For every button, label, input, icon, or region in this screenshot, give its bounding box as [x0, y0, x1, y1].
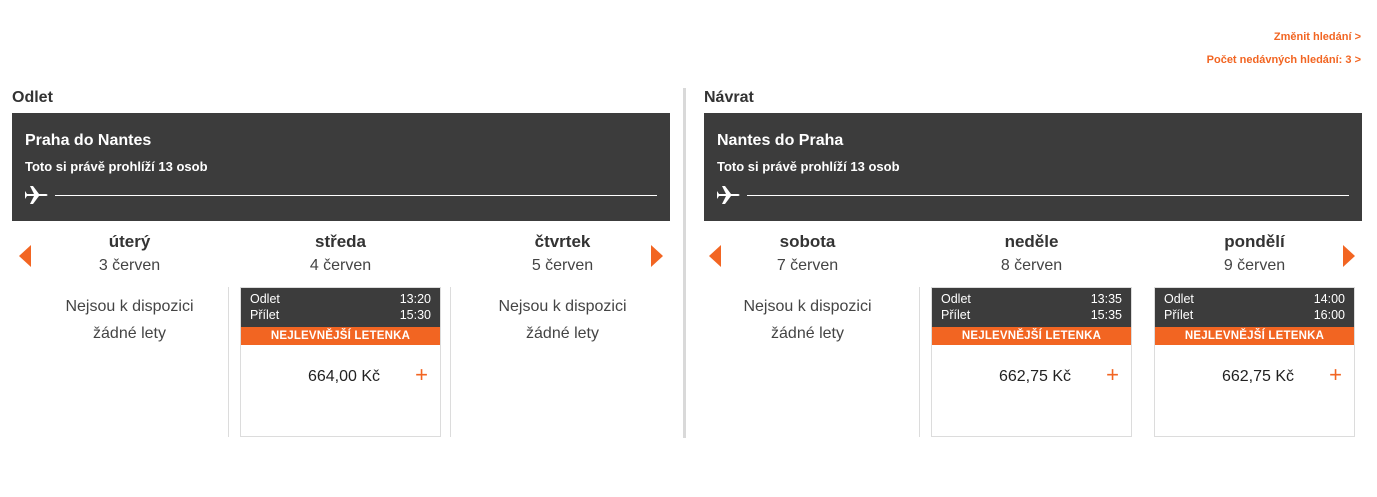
return-days: sobota 7 červen Nejsou k dispozici žádné… [704, 221, 1362, 441]
departure-time: 13:35 [1090, 292, 1122, 306]
return-panel: Návrat Nantes do Praha Toto si právě pro… [704, 87, 1362, 441]
cheapest-badge: NEJLEVNĚJŠÍ LETENKA [241, 327, 440, 345]
arrival-time: 15:30 [399, 308, 431, 322]
viewers-count: Toto si právě prohlíží 13 osob [717, 159, 900, 174]
chevron-right-icon[interactable] [1343, 245, 1355, 267]
outbound-days: úterý 3 červen Nejsou k dispozici žádné … [12, 221, 670, 441]
day-date: 5 červen [531, 257, 594, 274]
panel-divider [683, 88, 686, 438]
no-flights-line: žádné lety [771, 325, 844, 342]
day-name: neděle [1004, 232, 1059, 251]
departure-time: 13:20 [399, 292, 431, 306]
day-date: 7 červen [776, 257, 839, 274]
outbound-title: Odlet [12, 89, 53, 106]
plus-icon[interactable]: + [1329, 364, 1342, 386]
change-search-link[interactable]: Změnit hledání > [1207, 26, 1361, 49]
airplane-icon [717, 186, 740, 204]
plus-icon[interactable]: + [415, 364, 428, 386]
day-date: 8 červen [1000, 257, 1063, 274]
airplane-icon [25, 186, 48, 204]
cheapest-badge: NEJLEVNĚJŠÍ LETENKA [932, 327, 1131, 345]
flight-card[interactable]: Odlet 13:35 Přílet 15:35 NEJLEVNĚJŠÍ LETEN… [931, 287, 1132, 437]
flight-times: Odlet 13:20 Přílet 15:30 [241, 288, 440, 327]
outbound-panel: Odlet Praha do Nantes Toto si právě proh… [12, 87, 670, 441]
flight-times: Odlet 14:00 Přílet 16:00 [1155, 288, 1354, 327]
column-separator [919, 287, 920, 437]
flight-times: Odlet 13:35 Přílet 15:35 [932, 288, 1131, 327]
arrival-label: Přílet [941, 308, 971, 322]
no-flights-line: Nejsou k dispozici [65, 298, 194, 315]
day-date: 9 červen [1223, 257, 1286, 274]
arrival-time: 15:35 [1090, 308, 1122, 322]
departure-label: Odlet [250, 292, 280, 306]
day-name: čtvrtek [534, 232, 591, 251]
route-name: Nantes do Praha [717, 132, 844, 149]
route-line [25, 185, 657, 205]
arrival-time: 16:00 [1313, 308, 1345, 322]
day-name: sobota [779, 232, 836, 251]
flight-price: 662,75 Kč [998, 368, 1071, 385]
day-date: 3 červen [98, 257, 161, 274]
return-route-header: Nantes do Praha Toto si právě prohlíží 1… [704, 113, 1362, 221]
flight-card[interactable]: Odlet 13:20 Přílet 15:30 NEJLEVNĚJŠÍ LETEN… [240, 287, 441, 437]
day-column: sobota 7 červen Nejsou k dispozici žádné… [702, 221, 913, 347]
day-column: pondělí 9 červen [1149, 221, 1360, 277]
departure-time: 14:00 [1313, 292, 1345, 306]
recent-searches-link[interactable]: Počet nedávných hledání: 3 > [1207, 49, 1361, 72]
day-column: středa 4 červen [235, 221, 446, 277]
day-name: úterý [108, 232, 151, 251]
viewers-count: Toto si právě prohlíží 13 osob [25, 159, 208, 174]
no-flights-line: žádné lety [526, 325, 599, 342]
flight-price: 662,75 Kč [1221, 368, 1294, 385]
day-name: pondělí [1224, 232, 1285, 251]
no-flights-line: Nejsou k dispozici [498, 298, 627, 315]
plus-icon[interactable]: + [1106, 364, 1119, 386]
chevron-right-icon[interactable] [651, 245, 663, 267]
route-rule [747, 195, 1349, 196]
no-flights-message: Nejsou k dispozici žádné lety [457, 293, 668, 347]
cheapest-badge: NEJLEVNĚJŠÍ LETENKA [1155, 327, 1354, 345]
route-line [717, 185, 1349, 205]
day-column: neděle 8 červen [926, 221, 1137, 277]
no-flights-line: žádné lety [93, 325, 166, 342]
day-date: 4 červen [309, 257, 372, 274]
column-separator [450, 287, 451, 437]
departure-label: Odlet [941, 292, 971, 306]
flight-card[interactable]: Odlet 14:00 Přílet 16:00 NEJLEVNĚJŠÍ LETEN… [1154, 287, 1355, 437]
top-links: Změnit hledání > Počet nedávných hledání… [1207, 26, 1361, 72]
arrival-label: Přílet [1164, 308, 1194, 322]
column-separator [228, 287, 229, 437]
departure-label: Odlet [1164, 292, 1194, 306]
outbound-route-header: Praha do Nantes Toto si právě prohlíží 1… [12, 113, 670, 221]
flight-price: 664,00 Kč [307, 368, 380, 385]
day-column: čtvrtek 5 červen Nejsou k dispozici žádn… [457, 221, 668, 347]
route-rule [55, 195, 657, 196]
arrival-label: Přílet [250, 308, 280, 322]
day-name: středa [314, 232, 367, 251]
route-name: Praha do Nantes [25, 132, 152, 149]
no-flights-line: Nejsou k dispozici [743, 298, 872, 315]
day-column: úterý 3 červen Nejsou k dispozici žádné … [24, 221, 235, 347]
no-flights-message: Nejsou k dispozici žádné lety [702, 293, 913, 347]
no-flights-message: Nejsou k dispozici žádné lety [24, 293, 235, 347]
return-title: Návrat [704, 89, 754, 106]
